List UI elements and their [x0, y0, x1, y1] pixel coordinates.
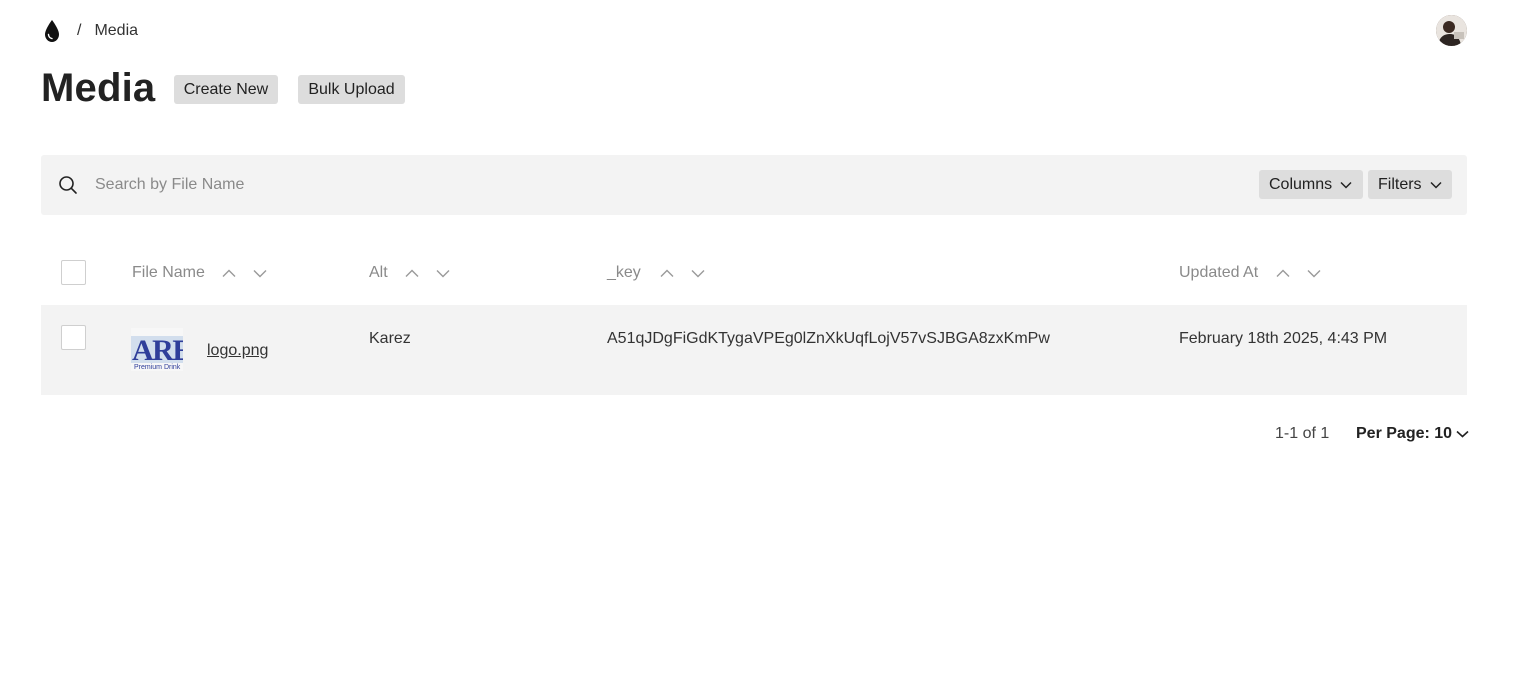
create-new-button[interactable]: Create New [174, 75, 278, 104]
column-label: Updated At [1179, 264, 1259, 281]
breadcrumb: / Media [41, 14, 138, 48]
columns-button[interactable]: Columns [1259, 170, 1363, 199]
sort-ascending-icon[interactable] [405, 269, 419, 278]
thumbnail-subtext: Premium Drink [134, 364, 181, 371]
search-input[interactable] [95, 171, 995, 199]
sort-descending-icon[interactable] [436, 269, 450, 278]
chevron-down-icon [1456, 430, 1469, 438]
filters-button[interactable]: Filters [1368, 170, 1452, 199]
column-header-updated-at: Updated At [1179, 262, 1321, 284]
select-all-checkbox[interactable] [61, 260, 86, 285]
search-icon [58, 175, 78, 195]
file-name-link[interactable]: logo.png [207, 342, 268, 360]
bulk-upload-button[interactable]: Bulk Upload [298, 75, 405, 104]
sort-descending-icon[interactable] [1307, 269, 1321, 278]
pagination-range: 1-1 of 1 [1275, 425, 1330, 442]
chevron-down-icon [1430, 181, 1442, 189]
per-page-selector[interactable]: Per Page: 10 [1356, 424, 1469, 444]
column-header-alt: Alt [369, 262, 450, 284]
thumbnail-text: ARE [132, 334, 183, 367]
table-row[interactable]: ARE Premium Drink logo.png Karez A51qJDg… [41, 305, 1467, 395]
avatar[interactable] [1436, 15, 1467, 46]
updated-at-cell: February 18th 2025, 4:43 PM [1179, 330, 1388, 347]
search-bar: Columns Filters [41, 155, 1467, 215]
filters-label: Filters [1378, 175, 1422, 193]
column-label: File Name [132, 264, 205, 281]
column-label: Alt [369, 264, 388, 281]
sort-ascending-icon[interactable] [222, 269, 236, 278]
sort-ascending-icon[interactable] [1276, 269, 1290, 278]
breadcrumb-separator: / [77, 22, 82, 39]
column-label: _key [607, 264, 641, 281]
per-page-label: Per Page: 10 [1356, 425, 1453, 442]
file-thumbnail[interactable]: ARE Premium Drink [131, 328, 193, 371]
sort-ascending-icon[interactable] [660, 269, 674, 278]
column-header-file-name: File Name [132, 262, 267, 284]
row-checkbox[interactable] [61, 325, 86, 350]
sort-descending-icon[interactable] [253, 269, 267, 278]
columns-label: Columns [1269, 175, 1333, 193]
key-cell: A51qJDgFiGdKTygaVPEg0lZnXkUqfLojV57vSJBG… [607, 330, 1050, 347]
page-title: Media [41, 66, 156, 110]
sort-descending-icon[interactable] [691, 269, 705, 278]
column-header-key: _key [607, 262, 705, 284]
drop-icon[interactable] [41, 18, 63, 44]
breadcrumb-current: Media [94, 22, 139, 39]
alt-cell: Karez [369, 330, 411, 347]
chevron-down-icon [1340, 181, 1352, 189]
